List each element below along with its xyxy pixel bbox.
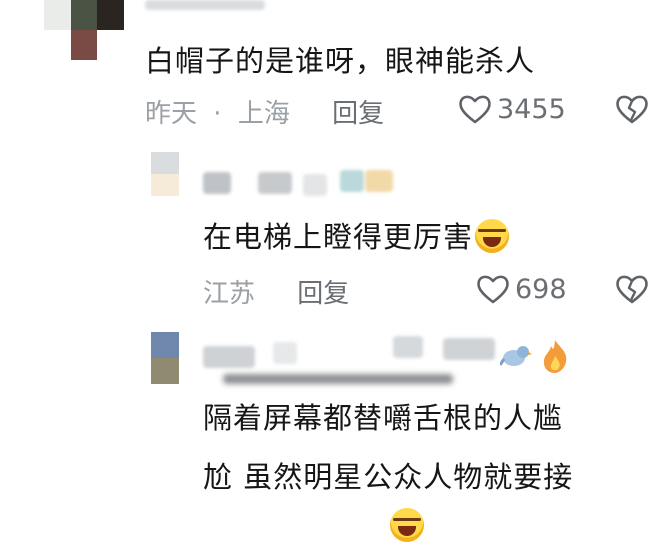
avatar[interactable] [151,332,179,384]
avatar[interactable] [44,0,124,60]
broken-heart-icon[interactable] [614,273,650,305]
fire-emoji [543,340,567,373]
comment-text: 白帽子的是谁呀，眼神能杀人 [145,44,536,78]
comment-text-line-1: 隔着屏幕都替嚼舌根的人尴 [203,401,564,435]
laughing-crying-emoji [390,508,424,542]
comment-text: 在电梯上瞪得更厉害 [203,214,510,256]
heart-outline-icon [459,95,491,124]
comment-text-line-2: 尬 虽然明星公众人物就要接 [203,460,574,494]
username-blurred[interactable] [203,170,395,196]
username-blurred[interactable] [145,0,265,10]
laughing-crying-emoji [475,219,510,253]
reply-button[interactable]: 回复 [332,99,384,129]
like-button[interactable]: 698 [475,273,567,305]
heart-outline-icon [477,275,509,304]
reply-button[interactable]: 回复 [297,279,349,309]
like-count: 3455 [497,93,566,125]
bird-emoji [500,346,532,366]
separator: · [213,99,222,129]
avatar[interactable] [151,152,179,196]
comment-time: 昨天 [145,99,198,129]
comment-meta: 江苏 回复 [203,273,349,310]
broken-heart-icon[interactable] [614,93,650,125]
like-count: 698 [515,273,567,305]
comment-location: 江苏 [203,279,256,309]
comment-location: 上海 [237,99,290,129]
like-button[interactable]: 3455 [457,93,566,125]
comment-meta: 昨天 · 上海 回复 [145,93,384,130]
